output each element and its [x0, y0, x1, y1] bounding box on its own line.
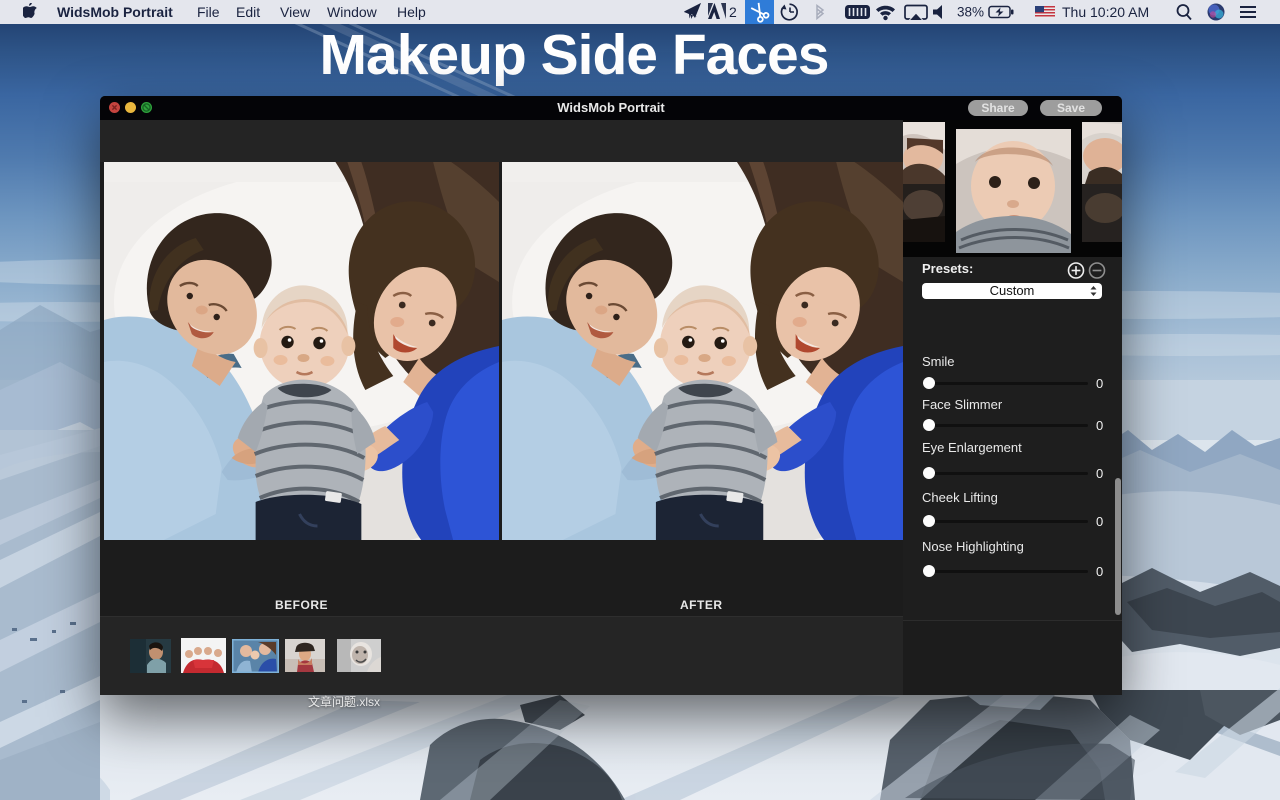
- svg-text:38%: 38%: [957, 5, 984, 20]
- svg-text:Thu 10:20 AM: Thu 10:20 AM: [1062, 4, 1149, 20]
- svg-text:2: 2: [729, 4, 737, 20]
